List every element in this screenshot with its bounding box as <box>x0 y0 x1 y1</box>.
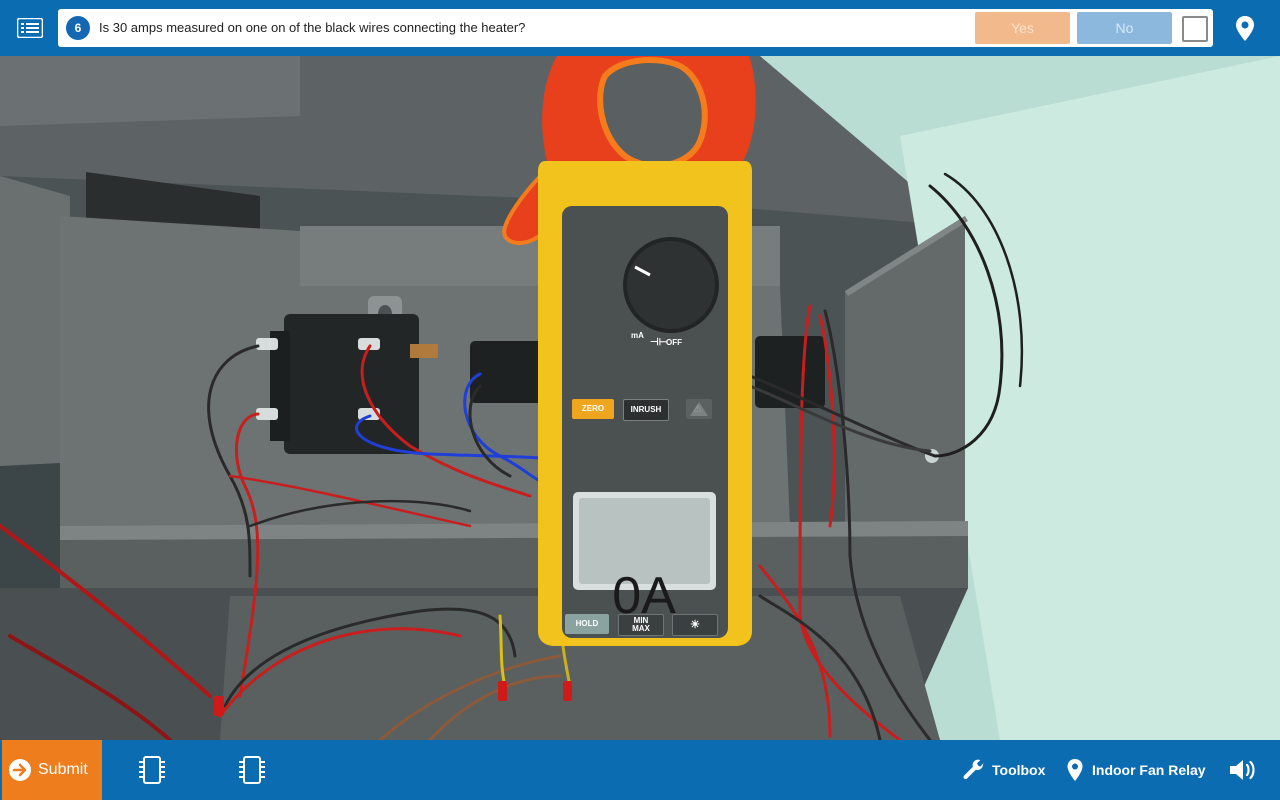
toolbox-button[interactable]: Toolbox <box>962 740 1045 800</box>
speaker-icon <box>1230 760 1255 780</box>
min-max-button[interactable]: MIN MAX <box>618 614 664 636</box>
hold-button[interactable]: HOLD <box>565 614 609 634</box>
chip-icon <box>139 756 165 784</box>
component-button-1[interactable] <box>102 740 202 800</box>
question-number: 6 <box>66 16 90 40</box>
location-button[interactable] <box>1230 14 1260 44</box>
answer-checkbox[interactable] <box>1182 16 1208 42</box>
inrush-button[interactable]: INRUSH <box>623 399 669 421</box>
submit-label: Submit <box>38 761 88 778</box>
dial-off-label: OFF <box>666 338 682 347</box>
wrench-icon <box>963 759 984 780</box>
question-list-button[interactable] <box>12 12 48 44</box>
submit-button[interactable]: Submit <box>2 740 102 800</box>
yes-button[interactable]: Yes <box>975 12 1070 44</box>
list-icon <box>17 18 43 38</box>
no-button[interactable]: No <box>1077 12 1172 44</box>
dial-ma-label: mA <box>631 331 644 340</box>
zero-button[interactable]: ZERO <box>572 399 614 419</box>
location-label: Indoor Fan Relay <box>1092 762 1206 778</box>
capacitance-symbol: ⊣⊢ <box>650 337 668 348</box>
bottom-bar: Submit Toolbox Indoor Fan Relay <box>0 740 1280 800</box>
map-pin-icon <box>1236 16 1254 41</box>
backlight-icon: ☀ <box>690 619 700 631</box>
audio-button[interactable] <box>1228 740 1264 800</box>
location-indicator[interactable]: Indoor Fan Relay <box>1066 740 1206 800</box>
backlight-button[interactable]: ☀ <box>672 614 718 636</box>
question-text: Is 30 amps measured on one on of the bla… <box>99 20 526 35</box>
simulation-viewport[interactable]: OFF mA ⊣⊢ ZERO INRUSH ⚠ 0A HOLD MIN MAX … <box>0 56 1280 740</box>
top-bar: 6 Is 30 amps measured on one on of the b… <box>0 0 1280 56</box>
question-panel: 6 Is 30 amps measured on one on of the b… <box>58 9 1213 47</box>
chip-icon <box>239 756 265 784</box>
toolbox-label: Toolbox <box>992 762 1046 778</box>
map-pin-icon <box>1067 759 1083 781</box>
component-button-2[interactable] <box>202 740 302 800</box>
arrow-right-circle-icon <box>9 759 31 781</box>
warning-icon: ⚠ <box>693 404 702 415</box>
